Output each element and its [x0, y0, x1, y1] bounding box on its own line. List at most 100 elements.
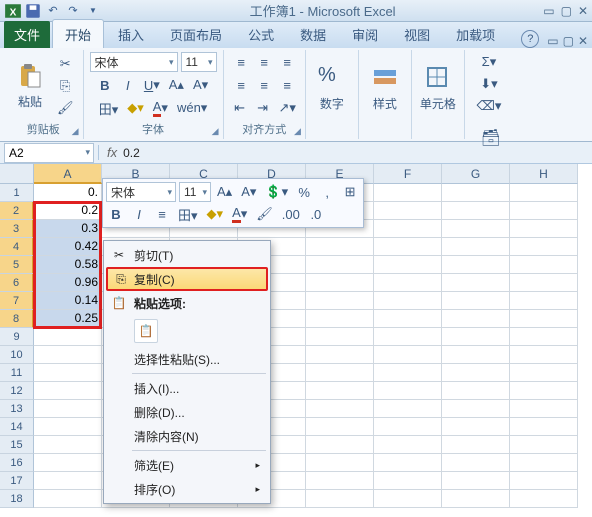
row-header[interactable]: 8	[0, 310, 34, 328]
doc-restore-icon[interactable]: ▢	[563, 34, 574, 48]
col-header[interactable]: H	[510, 164, 578, 184]
cell[interactable]	[374, 454, 442, 472]
cell[interactable]	[510, 202, 578, 220]
font-color-icon[interactable]: A▾	[150, 98, 171, 118]
ctx-delete[interactable]: 删除(D)...	[106, 400, 268, 424]
align-dialog-icon[interactable]: ◢	[294, 126, 301, 137]
cell[interactable]: 0.25	[34, 310, 102, 328]
cell[interactable]	[306, 364, 374, 382]
cell[interactable]	[442, 184, 510, 202]
cell[interactable]	[34, 472, 102, 490]
indent-inc-icon[interactable]: ⇥	[253, 98, 273, 118]
help-icon[interactable]: ?	[521, 30, 539, 48]
redo-icon[interactable]: ↷	[64, 2, 82, 20]
border-icon[interactable]: 田▾	[96, 98, 122, 118]
cell[interactable]	[306, 454, 374, 472]
cell[interactable]	[442, 418, 510, 436]
ctx-filter[interactable]: 筛选(E)▸	[106, 453, 268, 477]
tab-insert[interactable]: 插入	[106, 20, 156, 48]
cell[interactable]	[374, 274, 442, 292]
mini-painter-icon[interactable]: 🖌	[253, 204, 276, 224]
ctx-copy[interactable]: ⎘复制(C)	[106, 267, 268, 291]
cell[interactable]: 0.14	[34, 292, 102, 310]
cell[interactable]	[510, 454, 578, 472]
cell[interactable]	[442, 310, 510, 328]
mini-percent-icon[interactable]: %	[294, 182, 314, 202]
cell[interactable]	[374, 292, 442, 310]
cell[interactable]	[306, 238, 374, 256]
font-dialog-icon[interactable]: ◢	[212, 126, 219, 137]
mini-dec-inc-icon[interactable]: .00	[279, 204, 303, 224]
cell[interactable]	[442, 220, 510, 238]
mini-bold-icon[interactable]: B	[106, 204, 126, 224]
cell[interactable]	[442, 202, 510, 220]
font-grow-icon[interactable]: A▴	[166, 75, 187, 95]
cell[interactable]	[306, 310, 374, 328]
cell[interactable]	[34, 400, 102, 418]
cell[interactable]	[510, 310, 578, 328]
row-header[interactable]: 9	[0, 328, 34, 346]
underline-icon[interactable]: U▾	[141, 75, 163, 95]
mini-comma-icon[interactable]: ,	[317, 182, 337, 202]
mini-currency-icon[interactable]: 💲▾	[262, 182, 291, 202]
cell[interactable]	[374, 418, 442, 436]
cell[interactable]	[442, 364, 510, 382]
cell[interactable]: 0.3	[34, 220, 102, 238]
cell[interactable]	[306, 292, 374, 310]
cell[interactable]	[306, 346, 374, 364]
ribbon-min-icon[interactable]: ▭	[547, 34, 558, 48]
mini-size-select[interactable]: 11	[179, 182, 211, 202]
cell[interactable]	[34, 490, 102, 508]
qat-dropdown-icon[interactable]: ▼	[84, 2, 102, 20]
cell[interactable]	[510, 400, 578, 418]
cell[interactable]	[306, 382, 374, 400]
cell[interactable]	[306, 400, 374, 418]
cell[interactable]	[374, 436, 442, 454]
fx-icon[interactable]: fx	[107, 145, 117, 160]
cell[interactable]	[306, 436, 374, 454]
row-header[interactable]: 13	[0, 400, 34, 418]
cell[interactable]	[374, 238, 442, 256]
cell[interactable]	[510, 346, 578, 364]
bold-icon[interactable]: B	[95, 75, 115, 95]
cell[interactable]	[374, 364, 442, 382]
cell[interactable]: 0.96	[34, 274, 102, 292]
align-top-icon[interactable]: ≡	[231, 52, 251, 72]
cell[interactable]: 0.	[34, 184, 102, 202]
autosum-icon[interactable]: Σ▾	[479, 52, 500, 72]
cell[interactable]	[442, 400, 510, 418]
select-all-corner[interactable]	[0, 164, 34, 184]
cell[interactable]	[442, 382, 510, 400]
cell[interactable]	[374, 220, 442, 238]
italic-icon[interactable]: I	[118, 75, 138, 95]
clipboard-dialog-icon[interactable]: ◢	[72, 126, 79, 137]
indent-dec-icon[interactable]: ⇤	[230, 98, 250, 118]
cell[interactable]	[34, 436, 102, 454]
row-header[interactable]: 14	[0, 418, 34, 436]
cell[interactable]: 0.2	[34, 202, 102, 220]
cell[interactable]	[442, 238, 510, 256]
row-header[interactable]: 7	[0, 292, 34, 310]
font-name-select[interactable]: 宋体	[90, 52, 178, 72]
mini-font-select[interactable]: 宋体	[106, 182, 176, 202]
mini-dec-dec-icon[interactable]: .0	[306, 204, 326, 224]
ctx-clear[interactable]: 清除内容(N)	[106, 424, 268, 448]
cell[interactable]	[442, 436, 510, 454]
mini-grow-icon[interactable]: A▴	[214, 182, 235, 202]
cell[interactable]	[34, 328, 102, 346]
ctx-insert[interactable]: 插入(I)...	[106, 376, 268, 400]
tab-file[interactable]: 文件	[4, 21, 50, 48]
cell[interactable]	[374, 472, 442, 490]
tab-home[interactable]: 开始	[52, 19, 104, 48]
fill-icon[interactable]: ⬇▾	[477, 74, 500, 94]
cell[interactable]	[510, 472, 578, 490]
cell[interactable]	[374, 256, 442, 274]
cell[interactable]: 0.42	[34, 238, 102, 256]
cell[interactable]	[374, 382, 442, 400]
align-right-icon[interactable]: ≡	[277, 75, 297, 95]
cell[interactable]	[374, 202, 442, 220]
clear-icon[interactable]: ⌫▾	[473, 96, 504, 116]
cell[interactable]	[510, 238, 578, 256]
cell[interactable]	[442, 292, 510, 310]
cell[interactable]	[34, 364, 102, 382]
